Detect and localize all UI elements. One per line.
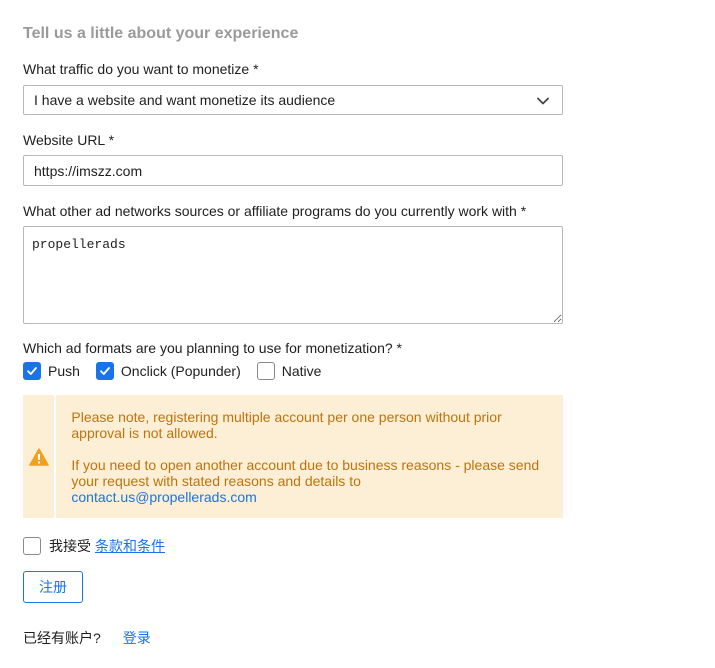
networks-label: What other ad networks sources or affili… <box>23 203 527 219</box>
checkbox-checked-icon <box>23 362 41 380</box>
format-onclick-checkbox[interactable]: Onclick (Popunder) <box>95 362 241 380</box>
traffic-select[interactable]: I have a website and want monetize its a… <box>23 85 563 115</box>
notice-line-1: Please note, registering multiple accoun… <box>71 409 502 441</box>
terms-checkbox[interactable] <box>23 537 41 555</box>
terms-agree-row: 我接受 条款和条件 <box>23 536 165 556</box>
formats-label: Which ad formats are you planning to use… <box>23 340 402 356</box>
notice-text: Please note, registering multiple accoun… <box>56 395 563 518</box>
format-native-label: Native <box>281 363 322 379</box>
terms-link[interactable]: 条款和条件 <box>95 536 165 556</box>
website-url-label: Website URL * <box>23 132 115 148</box>
form-heading: Tell us a little about your experience <box>23 25 299 42</box>
traffic-label: What traffic do you want to monetize * <box>23 61 259 77</box>
checkbox-unchecked-icon <box>256 362 275 380</box>
website-url-input[interactable] <box>23 155 563 186</box>
login-row: 已经有账户? 登录 <box>23 628 151 648</box>
notice-line-2-text: If you need to open another account due … <box>71 457 540 489</box>
login-prompt: 已经有账户? <box>23 630 101 646</box>
format-push-checkbox[interactable]: Push <box>23 362 80 380</box>
traffic-select-value: I have a website and want monetize its a… <box>34 92 336 108</box>
register-button[interactable]: 注册 <box>23 571 83 603</box>
format-push-label: Push <box>48 363 80 379</box>
terms-agree-text: 我接受 <box>49 538 91 554</box>
checkbox-checked-icon <box>95 362 114 380</box>
multiple-account-notice: Please note, registering multiple accoun… <box>23 395 563 518</box>
login-link[interactable]: 登录 <box>123 628 151 648</box>
contact-email-link[interactable]: contact.us@propellerads.com <box>71 489 256 505</box>
networks-textarea[interactable]: propellerads <box>23 226 563 324</box>
chevron-down-icon <box>537 97 549 105</box>
warning-icon <box>28 447 49 466</box>
formats-checkbox-group: Push Onclick (Popunder) Native <box>23 362 337 380</box>
format-onclick-label: Onclick (Popunder) <box>120 363 241 379</box>
format-native-checkbox[interactable]: Native <box>256 362 322 380</box>
notice-icon-column <box>23 395 57 518</box>
notice-line-2: If you need to open another account due … <box>71 457 549 505</box>
